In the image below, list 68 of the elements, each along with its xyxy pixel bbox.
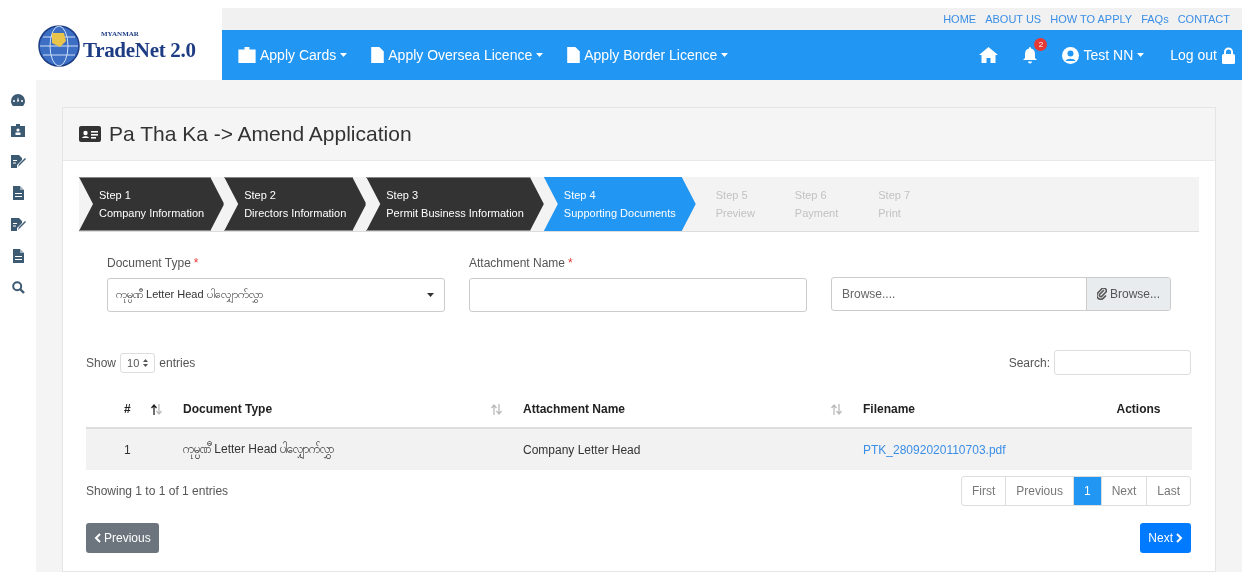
sort-icon[interactable] bbox=[151, 403, 162, 415]
column-header[interactable]: Actions bbox=[1116, 402, 1161, 416]
pagination-button[interactable]: 1 bbox=[1072, 477, 1101, 505]
logout-link[interactable]: Log out bbox=[1170, 46, 1236, 64]
top-nav-link[interactable]: HOME bbox=[943, 13, 977, 25]
home-icon[interactable] bbox=[979, 47, 999, 63]
menu-item[interactable]: Apply Oversea Licence bbox=[371, 47, 544, 63]
caret-icon bbox=[721, 53, 729, 57]
table-info: Showing 1 to 1 of 1 entries bbox=[86, 484, 229, 498]
menu-item[interactable]: Apply Cards bbox=[238, 47, 348, 63]
search-field[interactable] bbox=[1054, 350, 1191, 375]
lock-icon bbox=[1221, 46, 1236, 64]
top-nav-link[interactable]: CONTACT bbox=[1177, 13, 1230, 25]
column-header[interactable]: Document Type bbox=[183, 402, 273, 416]
top-nav-link[interactable]: HOW TO APPLY bbox=[1050, 13, 1133, 25]
bell-icon[interactable] bbox=[1022, 46, 1039, 64]
caret-icon bbox=[340, 53, 348, 57]
document-icon bbox=[371, 47, 385, 63]
field-label: Document Type bbox=[107, 256, 191, 270]
field-label: Attachment Name bbox=[469, 256, 566, 270]
document-type-dropdown[interactable]: ကုမ္ပဏီ Letter Head ပါလျှောက်လွှာ bbox=[107, 278, 445, 312]
document-icon[interactable] bbox=[12, 249, 24, 263]
length-label: Show bbox=[86, 355, 117, 370]
chevron-right-icon bbox=[1176, 533, 1183, 543]
caret-icon bbox=[1137, 53, 1145, 57]
length-label: entries bbox=[159, 355, 196, 370]
menu-item[interactable]: Apply Border Licence bbox=[567, 47, 729, 63]
wizard-step[interactable]: Step 4 Supporting Documents bbox=[543, 177, 696, 231]
id-badge-icon[interactable] bbox=[11, 124, 25, 137]
caret-icon bbox=[427, 293, 434, 297]
wizard-step[interactable]: Step 1 Company Information bbox=[79, 177, 225, 231]
user-icon bbox=[1062, 46, 1080, 64]
edit-document-icon[interactable] bbox=[10, 155, 26, 168]
attachment-name-field[interactable] bbox=[469, 278, 807, 312]
previous-button[interactable]: Previous bbox=[86, 523, 159, 553]
notification-badge: 2 bbox=[1034, 37, 1048, 51]
required-mark: * bbox=[193, 256, 199, 270]
table-cell: Company Letter Head bbox=[523, 442, 641, 457]
search-icon[interactable] bbox=[11, 281, 25, 294]
required-mark: * bbox=[568, 256, 573, 270]
id-badge-icon bbox=[238, 47, 256, 63]
page-length-select[interactable]: 10 bbox=[120, 352, 156, 373]
next-button[interactable]: Next bbox=[1140, 523, 1191, 553]
document-icon[interactable] bbox=[12, 186, 24, 200]
id-card-icon bbox=[79, 126, 101, 142]
page-title: Pa Tha Ka -> Amend Application bbox=[109, 122, 412, 146]
caret-icon bbox=[536, 53, 544, 57]
wizard-step[interactable]: Step 2 Directors Information bbox=[224, 177, 367, 231]
user-menu[interactable]: Test NN bbox=[1062, 46, 1145, 64]
column-header[interactable]: Attachment Name bbox=[523, 402, 626, 416]
pagination-button[interactable]: First bbox=[961, 477, 1006, 505]
chevron-left-icon bbox=[94, 533, 101, 543]
document-icon bbox=[567, 47, 581, 63]
top-nav-link[interactable]: ABOUT US bbox=[985, 13, 1042, 25]
globe-icon bbox=[38, 25, 80, 67]
table-cell: 1 bbox=[124, 442, 131, 457]
search-label: Search: bbox=[1008, 355, 1050, 370]
column-header[interactable]: # bbox=[124, 402, 131, 416]
gauge-icon[interactable] bbox=[11, 94, 25, 106]
column-header[interactable]: Filename bbox=[863, 402, 916, 416]
pagination-button[interactable]: Next bbox=[1100, 477, 1147, 505]
sort-caret-icon bbox=[143, 358, 149, 367]
wizard-step[interactable]: Step 3 Permit Business Information bbox=[366, 177, 544, 231]
logo-title: TradeNet 2.0 bbox=[83, 37, 196, 63]
top-nav-link[interactable]: FAQs bbox=[1141, 13, 1169, 25]
edit-document-icon[interactable] bbox=[10, 218, 26, 231]
pagination-button[interactable]: Last bbox=[1146, 477, 1190, 505]
pagination-button[interactable]: Previous bbox=[1005, 477, 1073, 505]
